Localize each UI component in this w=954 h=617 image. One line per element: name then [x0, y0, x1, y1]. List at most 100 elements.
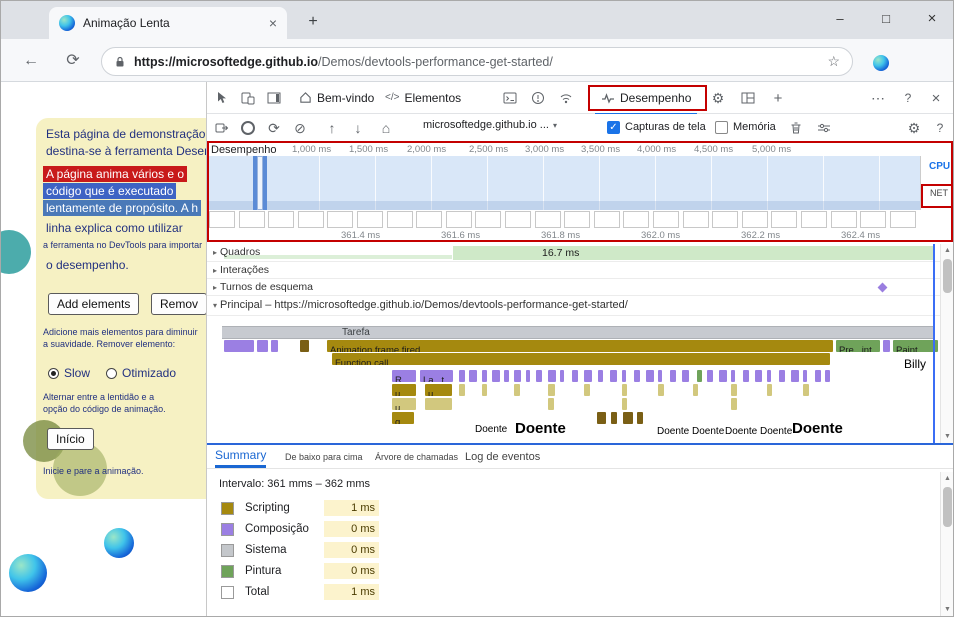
tab-summary[interactable]: Summary	[215, 445, 266, 468]
flame-bar[interactable]	[572, 370, 578, 382]
network-icon[interactable]	[555, 88, 577, 108]
flame-bar[interactable]	[767, 370, 771, 382]
flame-bar[interactable]: La...t	[420, 370, 453, 382]
expand-arrow-icon[interactable]: ▸	[213, 266, 217, 275]
tab-welcome[interactable]: Bem-vindo	[293, 82, 380, 113]
flame-bar[interactable]	[623, 412, 633, 424]
flame-bar[interactable]	[622, 384, 627, 396]
flame-bar[interactable]	[610, 370, 617, 382]
flame-bar[interactable]: u...	[392, 384, 416, 396]
tab-close-icon[interactable]: ×	[269, 15, 277, 31]
flame-bar[interactable]	[803, 384, 809, 396]
flame-bar[interactable]	[731, 384, 737, 396]
devtools-close-icon[interactable]: ×	[925, 88, 947, 108]
screenshot-thumbnail[interactable]	[860, 211, 886, 228]
flame-bar[interactable]	[719, 370, 727, 382]
flame-bar[interactable]	[271, 340, 278, 352]
flame-bar[interactable]	[743, 370, 749, 382]
flame-bar[interactable]	[548, 384, 555, 396]
flame-bar[interactable]: Pre...int	[836, 340, 880, 352]
flame-bar[interactable]: Paint	[893, 340, 938, 352]
radio-optimized[interactable]	[106, 368, 117, 379]
screenshot-thumbnail[interactable]	[623, 211, 649, 228]
screenshots-label[interactable]: Capturas de tela	[625, 121, 706, 133]
clear-recording-button[interactable]: ⊘	[289, 118, 311, 138]
flame-bar[interactable]	[584, 384, 590, 396]
inspect-element-icon[interactable]	[211, 88, 233, 108]
flame-bar[interactable]	[560, 370, 564, 382]
flame-bar[interactable]	[791, 370, 799, 382]
flame-bar[interactable]	[707, 370, 713, 382]
layout-panel-icon[interactable]	[737, 88, 759, 108]
remove-elements-button[interactable]: Remov	[151, 293, 206, 315]
origin-select[interactable]: microsoftedge.github.io ... ▾	[423, 119, 557, 131]
flame-bar[interactable]	[548, 398, 554, 410]
flame-bar[interactable]	[482, 384, 487, 396]
flame-bar[interactable]	[514, 370, 521, 382]
browser-tab[interactable]: Animação Lenta ×	[49, 7, 287, 39]
home-origin-icon[interactable]: ⌂	[375, 118, 397, 138]
flame-bar[interactable]	[825, 370, 830, 382]
flame-bar[interactable]	[514, 384, 520, 396]
radio-optimized-label[interactable]: Otimizado	[122, 366, 176, 380]
flame-bar[interactable]	[670, 370, 676, 382]
new-tab-button[interactable]: +	[301, 10, 325, 34]
screenshot-thumbnail[interactable]	[475, 211, 501, 228]
frame-duration-band[interactable]	[453, 246, 933, 260]
flame-bar[interactable]	[482, 370, 487, 382]
start-button[interactable]: Início	[47, 428, 94, 450]
flame-bar[interactable]	[815, 370, 821, 382]
flame-bar[interactable]	[597, 412, 606, 424]
flame-bar[interactable]	[425, 398, 452, 410]
timeline-overview[interactable]: Desempenho 500 ms1,000 ms1,500 ms2,000 m…	[207, 142, 954, 242]
screenshot-thumbnail[interactable]	[209, 211, 235, 228]
frames-track[interactable]: ▸Quadros 16.7 ms	[207, 244, 954, 262]
screenshot-thumbnail[interactable]	[890, 211, 916, 228]
flame-scrollbar[interactable]: ▲ ▼	[940, 244, 954, 443]
flame-bar[interactable]	[611, 412, 617, 424]
flame-bar[interactable]	[693, 384, 698, 396]
flame-bar[interactable]	[492, 370, 500, 382]
radio-slow-label[interactable]: Slow	[64, 366, 90, 380]
expand-arrow-icon[interactable]: ▸	[213, 283, 217, 292]
screenshot-thumbnail[interactable]	[594, 211, 620, 228]
flame-bar[interactable]	[697, 370, 702, 382]
screenshot-thumbnail[interactable]	[505, 211, 531, 228]
selection-handle-right[interactable]	[263, 156, 267, 210]
screenshot-thumbnail[interactable]	[771, 211, 797, 228]
flame-bar[interactable]	[883, 340, 890, 352]
screenshot-thumbnail[interactable]	[712, 211, 738, 228]
minimize-button[interactable]: –	[823, 5, 857, 33]
flame-bar[interactable]	[548, 370, 556, 382]
console-icon[interactable]	[499, 88, 521, 108]
layout-shifts-track[interactable]: ▸Turnos de esquema	[207, 279, 954, 296]
flame-bar[interactable]: Animation frame fired	[327, 340, 833, 352]
flame-bar[interactable]	[767, 384, 772, 396]
favorite-star-icon[interactable]: ☆	[827, 53, 840, 70]
maximize-button[interactable]: □	[869, 5, 903, 33]
flame-bar[interactable]	[224, 340, 254, 352]
collapse-arrow-icon[interactable]: ▾	[213, 301, 217, 310]
trash-icon[interactable]	[785, 118, 807, 138]
flame-bar[interactable]	[257, 340, 268, 352]
flame-bar[interactable]	[637, 412, 643, 424]
flame-bar[interactable]	[536, 370, 542, 382]
task-bar[interactable]: Tarefa	[222, 326, 933, 339]
more-options-icon[interactable]: ⋯	[867, 88, 889, 108]
back-button[interactable]: ←	[17, 47, 45, 75]
screenshot-thumbnail[interactable]	[327, 211, 353, 228]
tab-call-tree[interactable]: Árvore de chamadas	[375, 445, 458, 468]
memory-label[interactable]: Memória	[733, 121, 776, 133]
help-icon[interactable]: ?	[897, 88, 919, 108]
flame-bar[interactable]	[469, 370, 477, 382]
tab-event-log[interactable]: Log de eventos	[465, 445, 540, 468]
flame-bar[interactable]	[622, 398, 627, 410]
record-button[interactable]	[237, 118, 259, 138]
scroll-up-icon[interactable]: ▲	[941, 244, 954, 257]
scroll-up-icon[interactable]: ▲	[941, 472, 954, 485]
interactions-track[interactable]: ▸Interações	[207, 262, 954, 279]
perf-settings-gear-icon[interactable]: ⚙	[903, 118, 925, 138]
screenshot-thumbnail[interactable]	[683, 211, 709, 228]
scrollbar-thumb[interactable]	[943, 487, 952, 527]
memory-checkbox[interactable]	[715, 121, 728, 134]
